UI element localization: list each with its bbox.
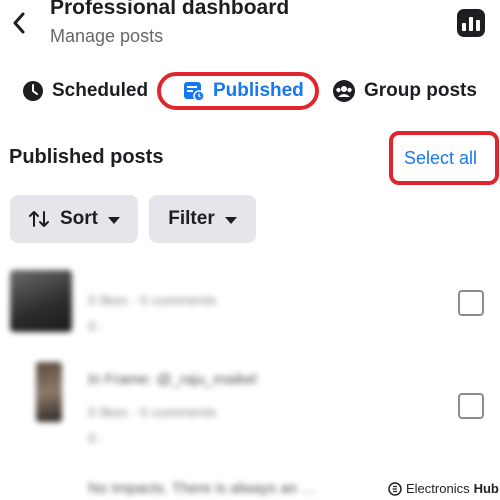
tab-published[interactable]: Published [157,72,319,110]
section-title: Published posts [9,146,164,168]
tab-group-posts[interactable]: Group posts [332,72,477,110]
back-button[interactable] [8,8,30,38]
filter-button[interactable]: Filter [149,195,256,243]
post-caption: In Frame: @_raju_maikel [88,371,257,388]
tab-label: Scheduled [52,80,149,101]
tab-label: Group posts [364,80,477,101]
post-stats: 0 likes · 0 comments [88,404,217,420]
post-stats: 0 likes · 0 comments [88,292,217,308]
electronicshub-logo-icon [388,481,402,496]
page-title: Professional dashboard [50,0,290,19]
filter-label: Filter [168,208,215,229]
post-meta: 0 · [88,430,105,446]
chevron-down-icon [108,216,120,224]
clock-icon [23,81,43,101]
post-checkbox[interactable] [458,393,484,419]
chevron-down-icon [224,216,237,224]
published-list-icon [184,82,205,102]
sort-arrows-icon [29,211,49,227]
watermark-brand-bold: Hub [473,481,499,496]
insights-button[interactable] [457,9,485,37]
watermark: Electronics Hub [382,477,500,500]
post-meta: 0 · [88,318,105,334]
select-all-link[interactable]: Select all [404,148,477,169]
bar-chart-icon [462,23,466,31]
post-checkbox[interactable] [458,290,484,316]
post-thumbnail[interactable] [10,270,72,332]
post-thumbnail[interactable] [36,362,62,422]
chevron-left-icon [13,12,25,34]
tab-label: Published [213,80,304,101]
watermark-brand: Electronics [406,481,470,496]
group-icon [333,80,355,102]
tab-scheduled[interactable]: Scheduled [22,72,148,110]
sort-button[interactable]: Sort [10,195,138,243]
post-caption: No Impacts. There is always an … [88,480,317,497]
page-subtitle: Manage posts [50,26,164,46]
sort-label: Sort [60,208,98,229]
